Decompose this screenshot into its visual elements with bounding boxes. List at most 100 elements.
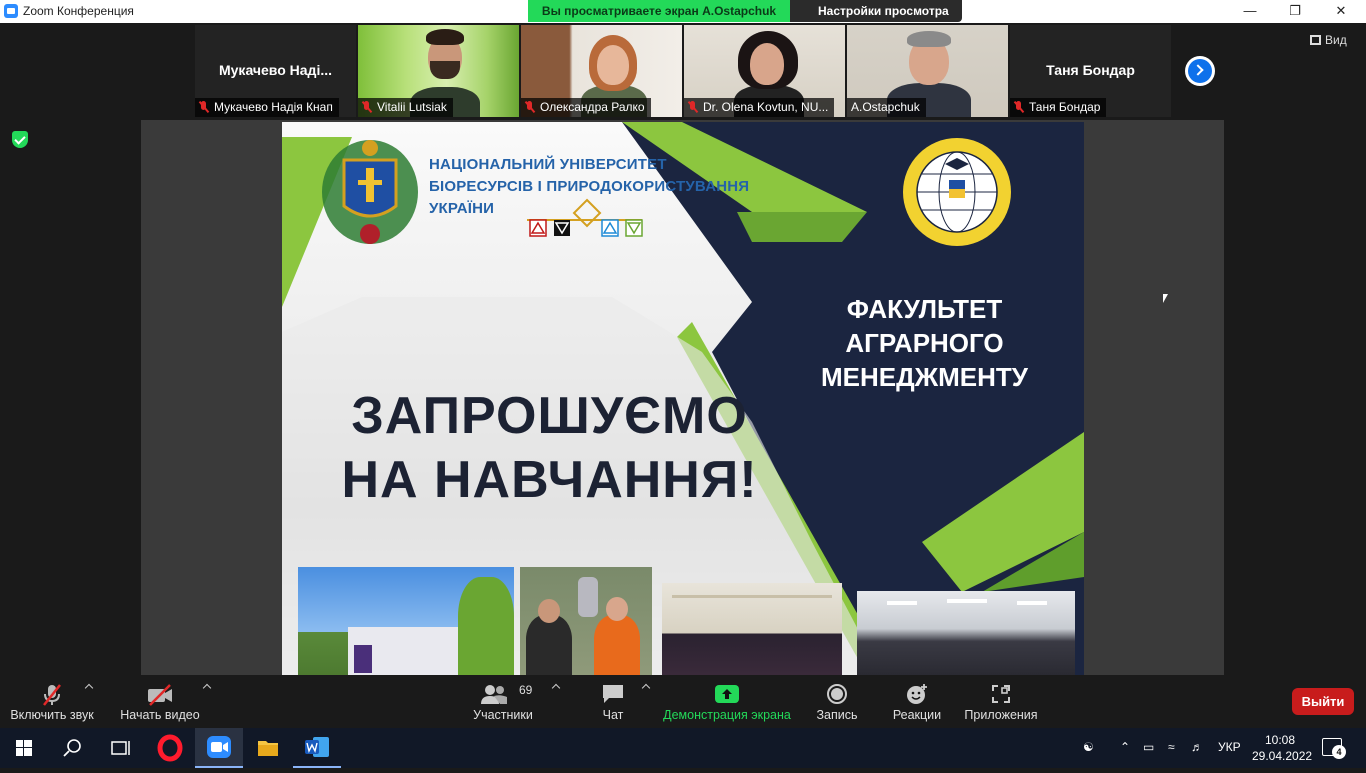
participant-label: Таня Бондар [1010,98,1107,117]
award-photo [520,567,652,675]
mic-muted-icon [43,684,61,706]
photo-strip [282,567,1084,675]
participant-name-large: Мукачево Наді... [218,62,332,78]
campus-photo [298,567,514,675]
participant-tile[interactable]: Таня Бондар Таня Бондар [1010,25,1171,117]
notification-center-button[interactable]: 4 [1322,738,1346,759]
mic-muted-icon [525,101,535,113]
participant-gallery: Мукачево Наді... Мукачево Надія Кнап Vit… [195,25,1171,117]
participants-button[interactable]: 69 Участники [470,675,536,728]
view-button[interactable]: Вид [1310,33,1347,47]
participants-options-caret-icon[interactable] [551,683,561,693]
share-screen-icon [715,685,739,703]
classroom-photo [857,591,1075,675]
presentation-slide: НАЦІОНАЛЬНИЙ УНІВЕРСИТЕТ БІОРЕСУРСІВ І П… [282,122,1084,675]
chevron-right-icon [1192,64,1204,76]
start-video-button[interactable]: Начать видео [118,675,202,728]
record-icon [827,684,847,704]
reactions-icon [907,684,927,704]
chat-button[interactable]: Чат [588,675,638,728]
opera-taskbar-button[interactable] [146,728,194,768]
reactions-button[interactable]: Реакции [888,675,946,728]
clock-time: 10:08 [1264,733,1296,747]
meeting-toolbar: Включить звук Начать видео 69 Участники … [0,675,1366,728]
mic-muted-icon [362,101,372,113]
mouse-cursor [1163,294,1173,303]
grid-view-icon [1310,35,1321,45]
unmute-label: Включить звук [10,708,94,722]
participant-tile[interactable]: Dr. Olena Kovtun, NU... [684,25,845,117]
university-name: НАЦІОНАЛЬНИЙ УНІВЕРСИТЕТ БІОРЕСУРСІВ І П… [429,156,750,217]
word-taskbar-button[interactable] [293,728,341,768]
mic-muted-icon [1014,101,1024,113]
graduates-photo [662,583,842,675]
zoom-icon [207,736,231,758]
participant-label: Олександра Ралко [521,98,651,117]
minimize-button[interactable]: — [1227,0,1273,23]
word-icon [305,737,329,757]
zoom-taskbar-button[interactable] [195,728,243,768]
opera-icon [157,734,183,762]
search-button[interactable] [48,728,96,768]
faculty-title: ФАКУЛЬТЕТ АГРАРНОГО МЕНЕДЖМЕНТУ [821,294,1028,392]
participant-tile[interactable]: Vitalii Lutsiak [358,25,519,117]
participant-label: A.Ostapchuk [847,98,926,117]
apps-icon [992,685,1010,703]
file-explorer-taskbar-button[interactable] [244,728,292,768]
video-off-icon [148,684,172,706]
participant-tile[interactable]: Мукачево Наді... Мукачево Надія Кнап [195,25,356,117]
folder-icon [258,741,278,756]
apps-label: Приложения [964,708,1038,722]
input-language[interactable]: УКР [1218,740,1241,754]
zoom-app-icon [4,4,18,18]
maximize-button[interactable]: ❐ [1272,0,1318,23]
participant-label: Мукачево Надія Кнап [195,98,339,117]
close-button[interactable]: ✕ [1318,0,1364,23]
battery-icon[interactable]: ▭ [1143,740,1154,754]
people-icon[interactable]: ☯ [1083,740,1094,754]
clock[interactable]: 10:08 29.04.2022 [1252,732,1313,764]
chat-options-caret-icon[interactable] [641,683,651,693]
participants-count: 69 [519,683,533,697]
participant-tile-active-speaker[interactable]: A.Ostapchuk [847,25,1008,117]
leave-meeting-button[interactable]: Выйти [1292,688,1354,715]
notification-count-badge: 4 [1332,745,1346,759]
mic-muted-icon [688,101,698,113]
participant-name-large: Таня Бондар [1046,62,1135,78]
unmute-button[interactable]: Включить звук [6,675,98,728]
volume-icon[interactable]: ♬ [1191,740,1203,754]
invitation-headline: ЗАПРОШУЄМО НА НАВЧАННЯ! [341,387,758,509]
reactions-label: Реакции [892,708,942,722]
participant-tile[interactable]: Олександра Ралко [521,25,682,117]
next-page-button[interactable] [1185,56,1215,86]
start-video-label: Начать видео [120,708,200,722]
chat-label: Чат [602,708,624,722]
participant-label: Vitalii Lutsiak [358,98,453,117]
task-view-button[interactable] [96,728,144,768]
task-view-icon [111,741,130,755]
share-status-banner: Вы просматриваете экран A.Ostapchuk [528,0,790,22]
share-screen-button[interactable]: Демонстрация экрана [662,675,792,728]
chevron-up-icon[interactable]: ⌃ [1120,740,1130,754]
clock-date: 29.04.2022 [1252,749,1313,763]
participant-label: Dr. Olena Kovtun, NU... [684,98,835,117]
wifi-icon[interactable]: ≈ [1168,740,1175,754]
participants-label: Участники [473,708,533,722]
windows-logo-icon [16,740,32,756]
mic-muted-icon [199,101,209,113]
search-icon [63,739,81,757]
record-button[interactable]: Запись [810,675,864,728]
share-screen-label: Демонстрация экрана [663,708,791,722]
view-settings-dropdown[interactable]: Настройки просмотра [790,0,962,36]
windows-taskbar: ☯ ⌃ ▭ ≈ ♬ УКР 10:08 29.04.2022 4 [0,728,1366,768]
university-logo [322,140,418,244]
view-settings-label: Настройки просмотра [818,4,949,18]
video-options-caret-icon[interactable] [202,683,212,693]
apps-button[interactable]: Приложения [962,675,1040,728]
faculty-seal [903,138,1011,246]
windows-start-button[interactable] [0,728,48,768]
window-title: Zoom Конференция [23,4,134,18]
participants-icon [481,685,507,704]
record-label: Запись [816,708,858,722]
security-shield-icon[interactable] [12,131,28,148]
